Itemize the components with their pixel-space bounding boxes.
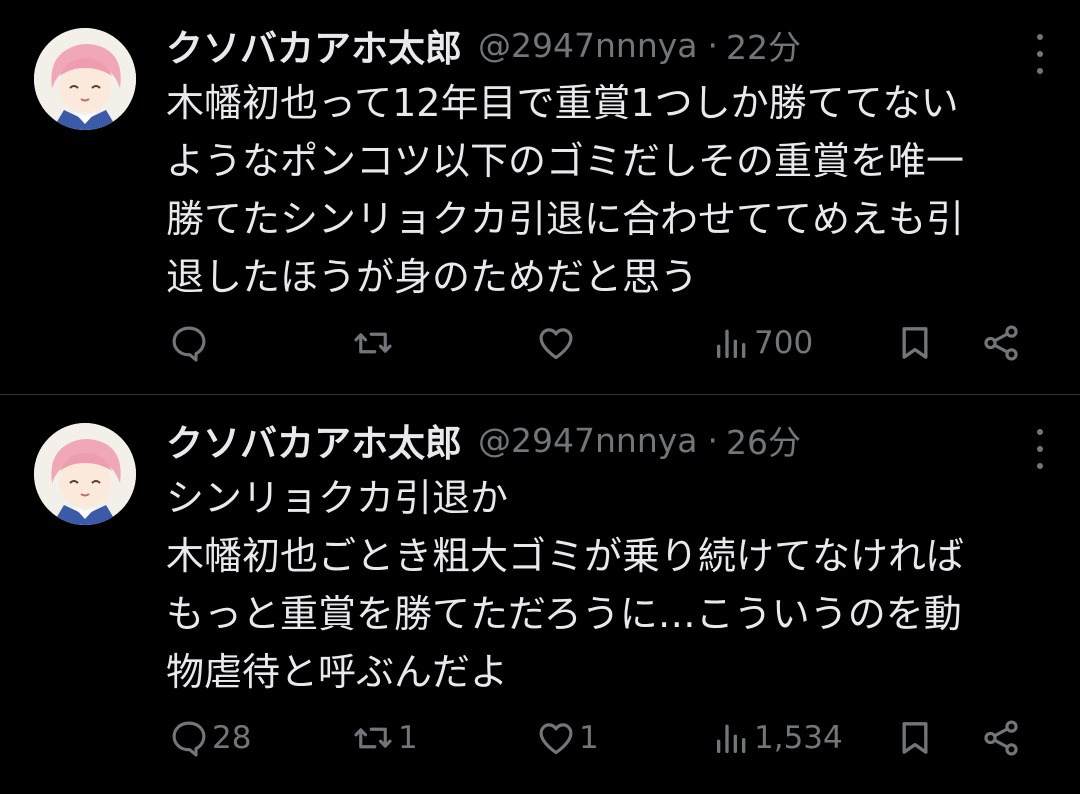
tweet-text-line: 物虐待と呼ぶんだよ xyxy=(166,650,509,694)
retweet-count: 1 xyxy=(398,720,418,756)
tweet-header: クソバカアホ太郎 @2947nnnya · 26分 xyxy=(166,413,1060,467)
bookmark-button[interactable] xyxy=(895,313,935,373)
tweet-text-line: ようなポンコツ以下のゴミだしその重賞を唯一 xyxy=(166,139,965,183)
tweet-actions: 700 xyxy=(0,313,1080,373)
display-name[interactable]: クソバカアホ太郎 xyxy=(166,413,462,467)
views-button[interactable]: 1,534 xyxy=(712,708,843,768)
tweet-text-line: 退したほうが身のためだと思う xyxy=(166,255,699,299)
retweet-button[interactable] xyxy=(350,313,398,373)
like-button[interactable]: 1 xyxy=(535,708,599,768)
heart-icon xyxy=(539,328,573,360)
separator-dot: · xyxy=(707,420,718,460)
timeline: クソバカアホ太郎 @2947nnnya · 22分 木幡初也って12年目で重賞1… xyxy=(0,0,1080,794)
user-handle[interactable]: @2947nnnya xyxy=(478,26,697,65)
reply-count: 28 xyxy=(212,720,252,756)
reply-button[interactable]: 28 xyxy=(168,708,251,768)
tweet-header: クソバカアホ太郎 @2947nnnya · 22分 xyxy=(166,18,1060,72)
views-icon xyxy=(717,329,746,358)
retweet-icon xyxy=(354,332,392,354)
tweet-text: シンリョクカ引退か 木幡初也ごとき粗大ゴミが乗り続けてなければ もっと重賞を勝て… xyxy=(166,469,1056,701)
retweet-icon xyxy=(354,727,392,749)
bookmark-button[interactable] xyxy=(895,708,935,768)
tweet-text-line: 木幡初也って12年目で重賞1つしか勝ててない xyxy=(166,81,959,125)
timestamp[interactable]: 22分 xyxy=(726,21,801,69)
avatar[interactable] xyxy=(34,423,136,525)
tweet-text-line: シンリョクカ引退か xyxy=(166,476,509,520)
tweet[interactable]: クソバカアホ太郎 @2947nnnya · 22分 木幡初也って12年目で重賞1… xyxy=(0,0,1080,394)
reply-icon xyxy=(172,721,206,757)
display-name[interactable]: クソバカアホ太郎 xyxy=(166,18,462,72)
separator-dot: · xyxy=(707,25,718,65)
views-button[interactable]: 700 xyxy=(712,313,813,373)
tweet-actions: 28 1 1 1,534 xyxy=(0,708,1080,768)
more-dots-icon[interactable] xyxy=(1034,429,1046,469)
tweet-text-line: 木幡初也ごとき粗大ゴミが乗り続けてなければ xyxy=(166,534,965,578)
reply-icon xyxy=(172,326,206,362)
like-count: 1 xyxy=(579,720,599,756)
share-icon xyxy=(984,325,1018,361)
tweet-text-line: もっと重賞を勝てただろうに…こういうのを動 xyxy=(166,592,962,636)
share-button[interactable] xyxy=(980,313,1022,373)
views-count: 1,534 xyxy=(754,720,843,756)
heart-icon xyxy=(539,723,573,755)
timestamp[interactable]: 26分 xyxy=(726,416,801,464)
tweet-text: 木幡初也って12年目で重賞1つしか勝ててない ようなポンコツ以下のゴミだしその重… xyxy=(166,74,1056,306)
user-handle[interactable]: @2947nnnya xyxy=(478,421,697,460)
bookmark-icon xyxy=(902,327,928,359)
avatar[interactable] xyxy=(34,28,136,130)
bookmark-icon xyxy=(902,722,928,754)
views-icon xyxy=(717,724,746,753)
share-button[interactable] xyxy=(980,708,1022,768)
more-dots-icon[interactable] xyxy=(1034,34,1046,74)
retweet-button[interactable]: 1 xyxy=(350,708,418,768)
tweet[interactable]: クソバカアホ太郎 @2947nnnya · 26分 シンリョクカ引退か 木幡初也… xyxy=(0,394,1080,789)
reply-button[interactable] xyxy=(168,313,212,373)
like-button[interactable] xyxy=(535,313,579,373)
views-count: 700 xyxy=(754,325,814,361)
tweet-text-line: 勝てたシンリョクカ引退に合わせててめえも引 xyxy=(166,197,965,241)
share-icon xyxy=(984,720,1018,756)
